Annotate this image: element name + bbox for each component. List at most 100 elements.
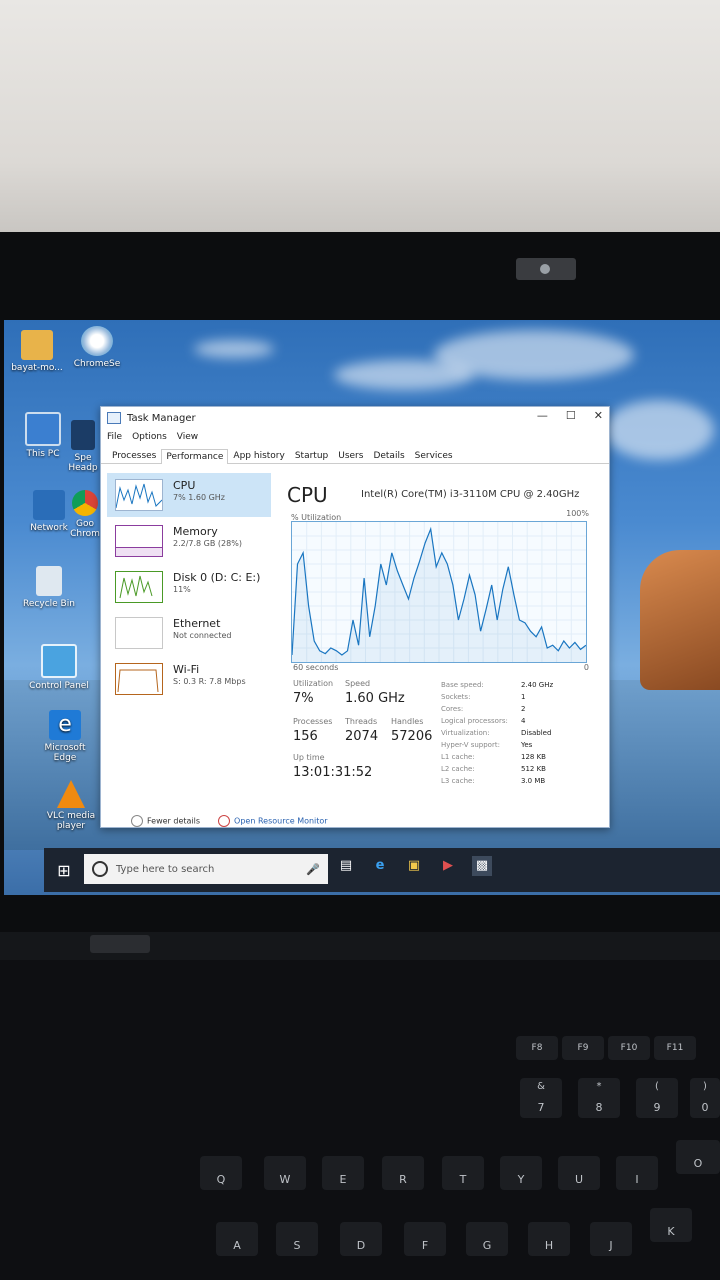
spec-value: 512 KB: [521, 765, 546, 773]
desktop-icon-folder[interactable]: bayat-mo...: [4, 330, 70, 373]
resource-item-disk[interactable]: Disk 0 (D: C: E:) 11%: [107, 565, 271, 609]
spec-label: Cores:: [441, 705, 464, 713]
tab-startup[interactable]: Startup: [290, 448, 333, 463]
cloud: [604, 400, 714, 460]
key-9: (9: [636, 1078, 678, 1118]
edge-taskbar-icon[interactable]: e: [370, 856, 390, 876]
spec-label: Hyper-V support:: [441, 741, 500, 749]
resource-name: Memory: [173, 525, 218, 538]
key-t: T: [442, 1156, 484, 1190]
cpu-utilization-graph: [291, 521, 587, 663]
menu-bar: File Options View: [101, 429, 609, 445]
key-7: & 7: [520, 1078, 562, 1118]
resource-summary: 11%: [173, 585, 191, 594]
key-j: J: [590, 1222, 632, 1256]
uptime-value: 13:01:31:52: [293, 765, 373, 780]
menu-view[interactable]: View: [177, 432, 198, 442]
minimize-button[interactable]: —: [537, 409, 548, 422]
window-title: Task Manager: [127, 412, 196, 424]
resource-summary: S: 0.3 R: 7.8 Mbps: [173, 677, 246, 686]
cpu-model: Intel(R) Core(TM) i3-3110M CPU @ 2.40GHz: [361, 489, 580, 500]
task-manager-icon: [107, 412, 121, 424]
speed-value: 1.60 GHz: [345, 691, 405, 706]
spec-value: Yes: [521, 741, 533, 749]
resource-item-cpu[interactable]: CPU 7% 1.60 GHz: [107, 473, 271, 517]
desktop-icon-vlc[interactable]: VLC media player: [38, 780, 104, 831]
room-wall: [0, 0, 720, 232]
resource-item-memory[interactable]: Memory 2.2/7.8 GB (28%): [107, 519, 271, 563]
desktop-icon-chromesetup[interactable]: ChromeSe: [64, 326, 130, 369]
maximize-button[interactable]: ☐: [566, 409, 576, 422]
menu-file[interactable]: File: [107, 432, 122, 442]
desktop-icon-edge[interactable]: e Microsoft Edge: [32, 710, 98, 763]
key-i: I: [616, 1156, 658, 1190]
title-bar[interactable]: Task Manager — ☐ ✕: [101, 407, 609, 429]
desktop-icon-recycle-bin[interactable]: Recycle Bin: [16, 566, 82, 609]
spec-label: Logical processors:: [441, 717, 508, 725]
spec-value: Disabled: [521, 729, 552, 737]
media-app-icon[interactable]: ▶: [438, 856, 458, 876]
menu-options[interactable]: Options: [132, 432, 167, 442]
task-view-icon[interactable]: ▤: [336, 856, 356, 876]
key-w: W: [264, 1156, 306, 1190]
tab-services[interactable]: Services: [410, 448, 458, 463]
spec-label: Virtualization:: [441, 729, 490, 737]
resource-item-wifi[interactable]: Wi-Fi S: 0.3 R: 7.8 Mbps: [107, 657, 271, 701]
task-manager-taskbar-icon[interactable]: ▩: [472, 856, 492, 876]
key-d: D: [340, 1222, 382, 1256]
tab-app-history[interactable]: App history: [228, 448, 289, 463]
microphone-icon[interactable]: 🎤: [306, 863, 320, 876]
cortana-icon: [92, 861, 108, 877]
uptime-label: Up time: [293, 753, 325, 762]
wifi-thumbnail: [115, 663, 163, 695]
tab-processes[interactable]: Processes: [107, 448, 161, 463]
start-button[interactable]: ⊞: [44, 848, 84, 892]
resource-name: Wi-Fi: [173, 663, 200, 676]
spec-value: 4: [521, 717, 526, 725]
taskbar-search-box[interactable]: Type here to search 🎤: [84, 854, 328, 884]
desktop-icon-app[interactable]: Spe Headp: [66, 420, 100, 473]
resource-summary: 2.2/7.8 GB (28%): [173, 539, 242, 548]
resource-list: CPU 7% 1.60 GHz Memory 2.2/7.8 GB (28%) …: [107, 473, 271, 783]
setup-disc-icon: [81, 326, 113, 356]
spec-label: L1 cache:: [441, 753, 475, 761]
file-explorer-icon[interactable]: ▣: [404, 856, 424, 876]
control-panel-icon: [41, 644, 77, 678]
computer-icon: [25, 412, 61, 446]
desktop-icon-chrome[interactable]: Goo Chrom: [70, 490, 100, 539]
keyboard: F8 F9 F10 F11 & 7 * 8 (9 ) 0 Q W E R T Y U …: [0, 960, 720, 1280]
rock-arch: [640, 550, 720, 690]
key-0: ) 0: [690, 1078, 720, 1118]
network-icon: [33, 490, 65, 520]
fewer-details-link[interactable]: Fewer details: [131, 815, 200, 827]
taskbar: ⊞ Type here to search 🎤 ▤ e ▣ ▶ ▩: [44, 848, 720, 892]
edge-icon: e: [49, 710, 81, 740]
resource-monitor-icon: [218, 815, 231, 827]
ethernet-thumbnail: [115, 617, 163, 649]
key-s: S: [276, 1222, 318, 1256]
resource-summary: 7% 1.60 GHz: [173, 493, 226, 502]
max-percent-label: 100%: [566, 509, 589, 518]
disk-thumbnail: [115, 571, 163, 603]
resource-summary: Not connected: [173, 631, 232, 640]
resource-item-ethernet[interactable]: Ethernet Not connected: [107, 611, 271, 655]
key-a: A: [216, 1222, 258, 1256]
tab-details[interactable]: Details: [368, 448, 409, 463]
tab-performance[interactable]: Performance: [161, 449, 229, 464]
key-r: R: [382, 1156, 424, 1190]
cloud: [434, 330, 634, 380]
key-f10: F10: [608, 1036, 650, 1060]
close-button[interactable]: ✕: [594, 409, 603, 422]
cloud: [194, 340, 274, 358]
recycle-bin-icon: [36, 566, 62, 596]
resource-name: CPU: [173, 479, 196, 492]
key-g: G: [466, 1222, 508, 1256]
key-o: O: [676, 1140, 720, 1174]
speed-label: Speed: [345, 679, 371, 688]
tab-users[interactable]: Users: [333, 448, 368, 463]
cpu-heading: CPU: [287, 483, 328, 507]
key-h: H: [528, 1222, 570, 1256]
desktop-icon-control-panel[interactable]: Control Panel: [26, 644, 92, 691]
chrome-icon: [72, 490, 98, 516]
open-resource-monitor-link[interactable]: Open Resource Monitor: [218, 815, 328, 827]
